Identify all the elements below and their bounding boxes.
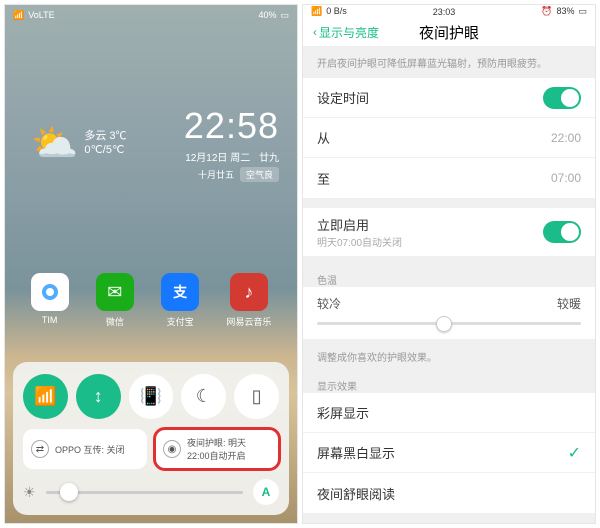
temp-warm-label: 较暖	[557, 295, 581, 312]
display-effect-section: 彩屏显示 屏幕黑白显示 ✓ 夜间舒眼阅读	[303, 393, 595, 513]
weather-icon: ⛅	[31, 122, 78, 166]
wifi-toggle[interactable]: 📶	[23, 374, 68, 419]
status-bar: 📶 VoLTE 40% ▭	[5, 5, 297, 25]
phone-home-screen: 📶 VoLTE 40% ▭ ⛅ 多云 3℃ 0℃/5℃ 22:58 12月12日…	[4, 4, 298, 524]
temp-hint: 调整成你喜欢的护眼效果。	[303, 349, 595, 372]
wifi-icon: 📶	[34, 386, 56, 407]
app-label: TIM	[42, 315, 58, 325]
row-to[interactable]: 至 07:00	[303, 158, 595, 198]
status-bar: 📶 0 B/s 23:03 ⏰ 83% ▭	[303, 5, 595, 19]
row-value: 22:00	[551, 131, 581, 145]
home-widget: ⛅ 多云 3℃ 0℃/5℃ 22:58 12月12日 周二 廿九 十月廿五 空气…	[5, 105, 297, 182]
phone-settings-screen: 📶 0 B/s 23:03 ⏰ 83% ▭ ‹ 显示与亮度 夜间护眼 开启夜间护…	[302, 4, 596, 524]
alipay-icon: 支	[161, 273, 199, 311]
section-label-display: 显示效果	[303, 372, 595, 393]
weather-range: 0℃/5℃	[84, 144, 126, 157]
data-toggle[interactable]: ↕	[76, 374, 121, 419]
clock-extra: 廿九	[259, 153, 279, 164]
color-temp-section: 较冷 较暖	[303, 287, 595, 339]
hint-text: 开启夜间护眼可降低屏幕蓝光辐射，预防用眼疲劳。	[303, 47, 595, 78]
night-eye-sub: 22:00自动开启	[187, 449, 246, 462]
color-temp-thumb[interactable]	[436, 316, 452, 332]
night-eye-card[interactable]: ◉ 夜间护眼: 明天 22:00自动开启	[155, 429, 279, 469]
row-label: 至	[317, 169, 330, 188]
alarm-icon: ⏰	[541, 6, 552, 17]
app-tim[interactable]: TIM	[31, 273, 69, 328]
eye-icon: ◉	[163, 440, 181, 458]
night-eye-title: 夜间护眼: 明天	[187, 436, 246, 449]
wechat-icon: ✉	[96, 273, 134, 311]
quick-panel: 📶 ↕ 📳 ☾ ▯ ⇄ OPPO 互传: 关闭 ◉ 夜间护眼: 明天 22:00…	[13, 362, 289, 515]
row-value: 07:00	[551, 171, 581, 185]
battery-label: 83%	[556, 6, 574, 17]
data-icon: ↕	[94, 386, 103, 407]
temp-cold-label: 较冷	[317, 295, 341, 312]
carrier-label: VoLTE	[28, 10, 54, 20]
nav-bar: ‹ 显示与亮度 夜间护眼	[303, 19, 595, 47]
brightness-thumb[interactable]	[60, 483, 78, 501]
row-sub: 明天07:00自动关闭	[317, 234, 402, 249]
row-enable-now[interactable]: 立即启用 明天07:00自动关闭	[303, 208, 595, 256]
sun-icon: ☀	[23, 484, 36, 501]
color-temp-slider[interactable]	[317, 322, 581, 325]
oppo-share-label: OPPO 互传: 关闭	[55, 443, 125, 456]
back-button[interactable]: ‹ 显示与亮度	[313, 24, 379, 41]
app-row: TIM ✉ 微信 支 支付宝 ♪ 网易云音乐	[5, 273, 297, 328]
status-time: 23:03	[433, 7, 456, 17]
vibrate-toggle[interactable]: 📳	[129, 374, 174, 419]
app-label: 支付宝	[167, 315, 194, 328]
air-badge: 空气良	[240, 167, 279, 182]
row-night-reading[interactable]: 夜间舒眼阅读	[303, 473, 595, 513]
app-label: 网易云音乐	[226, 315, 271, 328]
oppo-share-card[interactable]: ⇄ OPPO 互传: 关闭	[23, 429, 147, 469]
netease-icon: ♪	[230, 273, 268, 311]
row-label: 从	[317, 128, 330, 147]
app-netease[interactable]: ♪ 网易云音乐	[226, 273, 271, 328]
page-title: 夜间护眼	[419, 22, 479, 43]
moon-icon: ☾	[196, 386, 212, 407]
check-icon: ✓	[568, 443, 581, 463]
auto-brightness-toggle[interactable]: A	[253, 479, 279, 505]
clock-date: 12月12日 周二	[185, 153, 250, 164]
signal-icon: 📶	[13, 10, 24, 21]
schedule-section: 设定时间 从 22:00 至 07:00	[303, 78, 595, 198]
net-label: 0 B/s	[326, 6, 347, 17]
battery-label: 40%	[258, 10, 276, 20]
switch-set-time[interactable]	[543, 87, 581, 109]
row-set-time[interactable]: 设定时间	[303, 78, 595, 118]
app-alipay[interactable]: 支 支付宝	[161, 273, 199, 328]
row-from[interactable]: 从 22:00	[303, 118, 595, 158]
dnd-toggle[interactable]: ☾	[181, 374, 226, 419]
clock-lunar: 十月廿五	[198, 168, 234, 181]
signal-icon: 📶	[311, 6, 322, 17]
row-bw-display[interactable]: 屏幕黑白显示 ✓	[303, 433, 595, 473]
share-icon: ⇄	[31, 440, 49, 458]
row-label: 设定时间	[317, 88, 369, 107]
app-label: 微信	[106, 315, 124, 328]
enable-now-section: 立即启用 明天07:00自动关闭	[303, 208, 595, 256]
brightness-slider-row: ☀ A	[23, 479, 279, 505]
row-color-display[interactable]: 彩屏显示	[303, 393, 595, 433]
brightness-slider[interactable]	[46, 491, 243, 494]
battery-icon: ▭	[578, 6, 587, 17]
battery-toggle[interactable]: ▯	[234, 374, 279, 419]
row-label: 夜间舒眼阅读	[317, 484, 395, 503]
section-label-temp: 色温	[303, 266, 595, 287]
chevron-left-icon: ‹	[313, 25, 317, 39]
row-label: 立即启用	[317, 215, 402, 234]
row-label: 彩屏显示	[317, 403, 369, 422]
back-label: 显示与亮度	[319, 24, 379, 41]
battery-icon: ▯	[252, 386, 262, 407]
app-wechat[interactable]: ✉ 微信	[96, 273, 134, 328]
clock-time: 22:58	[184, 105, 279, 147]
battery-icon: ▭	[280, 10, 289, 21]
tim-icon	[31, 273, 69, 311]
switch-enable-now[interactable]	[543, 221, 581, 243]
row-label: 屏幕黑白显示	[317, 443, 395, 462]
vibrate-icon: 📳	[140, 386, 162, 407]
weather-cond: 多云 3℃	[84, 130, 126, 143]
